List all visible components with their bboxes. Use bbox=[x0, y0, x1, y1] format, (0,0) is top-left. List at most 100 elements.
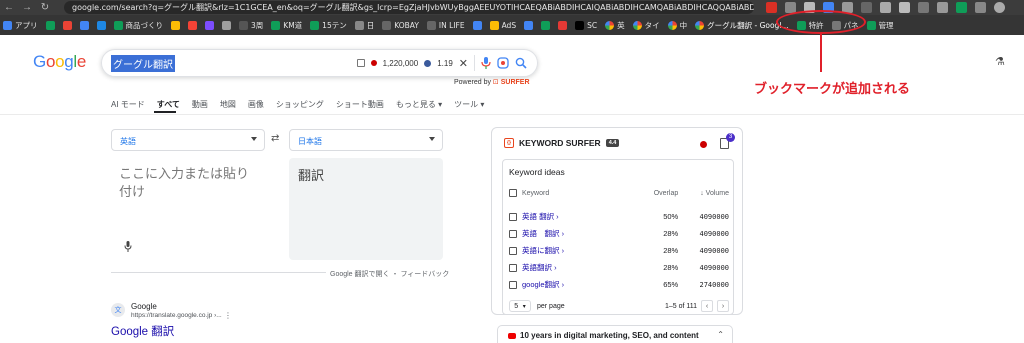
bookmark-item[interactable]: 3周 bbox=[239, 20, 263, 31]
open-in-translate-link[interactable]: Google 翻訳で開く bbox=[330, 271, 390, 278]
keyword-checkbox[interactable] bbox=[509, 246, 517, 255]
keyword-checkbox[interactable] bbox=[509, 212, 517, 221]
bookmark-item[interactable] bbox=[45, 20, 55, 30]
bookmark-item[interactable]: 英 bbox=[605, 20, 625, 31]
bookmark-item[interactable]: KM道 bbox=[271, 20, 302, 31]
tab-all[interactable]: すべて bbox=[157, 99, 180, 110]
tab-tools[interactable]: ツール ▾ bbox=[454, 99, 484, 110]
column-volume[interactable]: ↓ Volume bbox=[678, 190, 729, 197]
column-keyword[interactable]: Keyword bbox=[522, 190, 649, 197]
extension-icon[interactable] bbox=[766, 2, 777, 13]
chevron-up-icon[interactable]: ⌃ bbox=[717, 330, 724, 339]
bookmark-item[interactable]: SC bbox=[575, 20, 598, 30]
reload-icon[interactable]: ↻ bbox=[36, 2, 54, 13]
keyword-volume: 2740000 bbox=[699, 280, 730, 289]
bookmark-item[interactable] bbox=[96, 20, 106, 30]
tab-short-videos[interactable]: ショート動画 bbox=[336, 99, 384, 110]
surfer-banner[interactable]: 10 years in digital marketing, SEO, and … bbox=[497, 325, 733, 343]
extension-icon[interactable] bbox=[937, 2, 948, 13]
extension-icon[interactable] bbox=[975, 2, 986, 13]
keyword-checkbox[interactable] bbox=[509, 229, 517, 238]
tab-ai-mode[interactable]: AI モード bbox=[111, 99, 145, 110]
search-box[interactable]: グーグル翻訳 1,220,000 1.19 ✕ bbox=[101, 49, 538, 77]
bookmark-label: SC bbox=[587, 20, 598, 30]
target-language-select[interactable]: 日本語 bbox=[289, 129, 443, 151]
back-icon[interactable]: ← bbox=[0, 2, 18, 13]
bookmark-item[interactable] bbox=[79, 20, 89, 30]
search-query[interactable]: グーグル翻訳 bbox=[111, 54, 175, 72]
keyword-overlap: 28% bbox=[663, 246, 679, 255]
bookmark-item[interactable] bbox=[188, 20, 197, 30]
clear-icon[interactable]: ✕ bbox=[459, 57, 468, 70]
per-page-select[interactable]: 5 ▾ bbox=[509, 300, 531, 312]
profile-avatar[interactable] bbox=[994, 2, 1005, 13]
forward-icon[interactable]: → bbox=[18, 2, 36, 13]
lens-icon[interactable] bbox=[497, 57, 509, 69]
keyword-link[interactable]: 英語に翻訳 › bbox=[522, 245, 649, 256]
keyword-link[interactable]: 英語翻訳 › bbox=[522, 262, 649, 273]
select-all-checkbox[interactable] bbox=[509, 189, 517, 197]
result-site-name[interactable]: Google bbox=[131, 302, 157, 311]
extension-icon[interactable] bbox=[956, 2, 967, 13]
keyword-link[interactable]: 英語 翻訳 › bbox=[522, 211, 649, 222]
bookmark-item[interactable]: AdS bbox=[489, 20, 516, 30]
keyword-link[interactable]: 英語 翻訳 › bbox=[522, 228, 649, 239]
source-placeholder: ここに入力または貼り付け bbox=[119, 166, 250, 199]
bookmark-label: 中 bbox=[679, 20, 688, 30]
page-range: 1–5 of 111 bbox=[664, 302, 697, 310]
bookmark-item[interactable] bbox=[171, 20, 180, 30]
tab-maps[interactable]: 地図 bbox=[220, 99, 236, 110]
bookmark-item[interactable]: 中 bbox=[667, 20, 688, 31]
voice-search-icon[interactable] bbox=[481, 57, 491, 69]
result-url[interactable]: https://translate.google.co.jp ›... bbox=[131, 312, 222, 319]
prev-page-button[interactable]: ‹ bbox=[701, 300, 713, 312]
google-logo[interactable]: Google bbox=[33, 52, 86, 72]
bookmark-item[interactable] bbox=[472, 20, 482, 30]
keyword-checkbox[interactable] bbox=[509, 263, 517, 272]
feedback-link[interactable]: フィードバック bbox=[400, 271, 449, 278]
country-flag-icon[interactable] bbox=[700, 141, 707, 148]
bookmark-item[interactable] bbox=[222, 20, 231, 30]
surfer-checkbox[interactable] bbox=[356, 59, 365, 67]
address-bar[interactable]: google.com/search?q=グーグル翻訳&rlz=1C1GCEA_e… bbox=[64, 1, 754, 14]
tab-videos[interactable]: 動画 bbox=[192, 99, 208, 110]
keyword-checkbox[interactable] bbox=[509, 280, 517, 289]
bookmark-item[interactable] bbox=[205, 20, 214, 30]
bookmark-item[interactable]: 商品づくり bbox=[113, 20, 163, 31]
extension-icon[interactable] bbox=[880, 2, 891, 13]
microphone-icon[interactable] bbox=[124, 241, 132, 255]
source-language-select[interactable]: 英語 bbox=[111, 129, 265, 151]
bookmark-item[interactable]: IN LIFE bbox=[426, 20, 465, 30]
bookmark-item[interactable] bbox=[541, 20, 551, 30]
source-text-area[interactable]: ここに入力または貼り付け bbox=[111, 158, 281, 260]
bookmark-item[interactable] bbox=[62, 20, 72, 30]
bookmark-item[interactable]: 15テン bbox=[310, 20, 347, 31]
tab-images[interactable]: 画像 bbox=[248, 99, 264, 110]
extension-icon[interactable] bbox=[918, 2, 929, 13]
tab-more[interactable]: もっと見る ▾ bbox=[396, 99, 442, 110]
swap-languages-icon[interactable]: ⇄ bbox=[271, 133, 279, 144]
extension-icon[interactable] bbox=[861, 2, 872, 13]
result-title-link[interactable]: Google 翻訳 bbox=[111, 323, 174, 339]
bookmark-favicon-icon bbox=[558, 20, 568, 30]
bookmark-label: 3周 bbox=[251, 20, 264, 30]
bookmark-item[interactable]: アプリ bbox=[3, 20, 38, 31]
extension-icon[interactable] bbox=[899, 2, 910, 13]
bookmark-item[interactable] bbox=[558, 20, 568, 30]
bookmark-item[interactable]: グーグル翻訳 - Googl... bbox=[695, 20, 789, 31]
keyword-link[interactable]: google翻訳 › bbox=[522, 279, 649, 290]
bookmark-item[interactable]: 日 bbox=[354, 20, 374, 31]
bookmark-item[interactable]: KOBAY bbox=[382, 20, 419, 30]
tab-shopping[interactable]: ショッピング bbox=[276, 99, 324, 110]
translation-output: 翻訳 bbox=[289, 158, 443, 260]
bookmark-item[interactable]: 管理 bbox=[866, 20, 894, 31]
labs-flask-icon[interactable]: ⚗ bbox=[995, 55, 1005, 68]
column-overlap[interactable]: Overlap bbox=[649, 190, 679, 197]
next-page-button[interactable]: › bbox=[717, 300, 729, 312]
search-icon[interactable] bbox=[515, 57, 527, 69]
bookmark-item[interactable]: タイ bbox=[632, 20, 660, 31]
bookmark-favicon-icon bbox=[695, 20, 705, 30]
bookmark-item[interactable] bbox=[524, 20, 534, 30]
bookmark-favicon-icon bbox=[541, 20, 551, 30]
more-options-icon[interactable]: ⋮ bbox=[224, 311, 232, 320]
